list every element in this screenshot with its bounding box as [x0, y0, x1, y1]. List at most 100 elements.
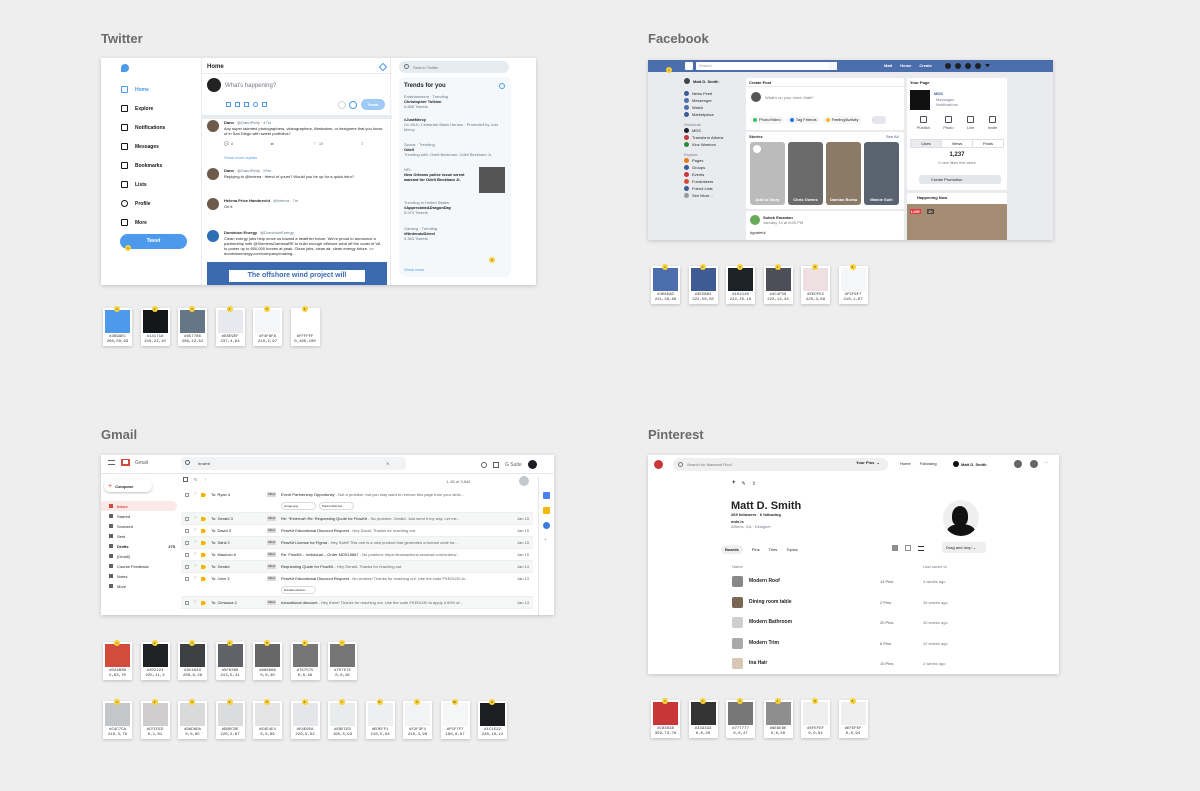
- row-checkbox[interactable]: [185, 577, 189, 581]
- important-icon[interactable]: [201, 517, 206, 521]
- nav-item-lists[interactable]: Lists: [121, 175, 201, 194]
- avatar[interactable]: [207, 168, 219, 180]
- top-link-home[interactable]: Home: [900, 63, 911, 68]
- sort-dropdown[interactable]: Drag and drop ⌄: [942, 542, 986, 553]
- nav-item-messages[interactable]: Messages: [121, 137, 201, 156]
- email-row[interactable]: ☆ To: Cimaoua 2 Inbox educational discount …: [181, 597, 533, 609]
- important-icon[interactable]: [201, 565, 206, 569]
- star-icon[interactable]: ☆: [193, 575, 197, 581]
- fb-nav-item-news-feed[interactable]: News Feed: [684, 90, 742, 97]
- image-icon[interactable]: [226, 102, 231, 107]
- board-row[interactable]: Dining room table 2 Pins 35 weeks ago: [732, 595, 982, 609]
- compose-button[interactable]: + Compose: [104, 480, 152, 492]
- gmail-nav-drafts[interactable]: Drafts 275: [101, 541, 177, 551]
- your-pins-dropdown[interactable]: Your Pins ⌄: [856, 460, 880, 465]
- important-icon[interactable]: [201, 529, 206, 533]
- gmail-nav-gmail[interactable]: [Gmail]: [101, 551, 177, 561]
- page-notifications[interactable]: Notifications: [936, 102, 958, 107]
- promo-media[interactable]: The offshore wind project will: [207, 262, 387, 285]
- page-avatar[interactable]: [910, 90, 930, 110]
- board-row[interactable]: Modern Bathroom 20 Pins 40 weeks ago: [732, 615, 982, 629]
- email-row[interactable]: ☆ To: Ryan 4 Inbox Event Partnership Opport…: [181, 489, 533, 513]
- avatar[interactable]: [527, 460, 537, 469]
- apps-icon[interactable]: [493, 461, 499, 468]
- fb-nav-item-watch[interactable]: Watch: [684, 104, 742, 111]
- attachment-chip[interactable]: image.png: [281, 502, 316, 510]
- live-video[interactable]: LIVE 1K: [907, 204, 1007, 240]
- fb-nav-item-fundraisers[interactable]: Fundraisers: [684, 178, 742, 185]
- tweet-author[interactable]: Dominion Energy @DominionEnergy: [224, 230, 294, 235]
- followers[interactable]: 265 followers · 6 following: [731, 512, 781, 517]
- gmail-nav-more[interactable]: More: [101, 581, 177, 591]
- fb-nav-item-marketplace[interactable]: Marketplace: [684, 111, 742, 118]
- star-icon[interactable]: ☆: [193, 515, 197, 521]
- page-tab-likes[interactable]: Likes: [911, 140, 942, 147]
- story-card[interactable]: Add to Story: [750, 142, 785, 205]
- nav-item-profile[interactable]: Profile: [121, 194, 201, 213]
- compact-view-icon[interactable]: [905, 545, 911, 551]
- fb-user-name[interactable]: Matt D. Smith: [693, 79, 719, 84]
- pinterest-logo-icon[interactable]: [654, 460, 663, 469]
- nav-item-bookmarks[interactable]: Bookmarks: [121, 156, 201, 175]
- row-checkbox[interactable]: [185, 553, 189, 557]
- story-card[interactable]: Damian Borba: [826, 142, 861, 205]
- board-row[interactable]: Ina Hair 10 Pins 2 weeks ago: [732, 656, 982, 670]
- select-checkbox[interactable]: [183, 477, 188, 482]
- important-icon[interactable]: [201, 493, 206, 497]
- gmail-nav-notes[interactable]: Notes: [101, 571, 177, 581]
- email-row[interactable]: ☆ To: Gerald Inbox Requesting Quote for Flo…: [181, 561, 533, 573]
- important-icon[interactable]: [201, 577, 206, 581]
- gmail-nav-sent[interactable]: Sent: [101, 531, 177, 541]
- row-checkbox[interactable]: [185, 517, 189, 521]
- list-view-icon[interactable]: [918, 545, 924, 551]
- keep-icon[interactable]: [543, 507, 550, 514]
- gear-icon[interactable]: [499, 83, 505, 89]
- settings-gear-icon[interactable]: [519, 476, 529, 486]
- emoji-icon[interactable]: [253, 102, 258, 107]
- nav-item-explore[interactable]: Explore: [121, 99, 201, 118]
- post-action-feeling-activity[interactable]: Feeling/Activity: [822, 116, 862, 124]
- row-checkbox[interactable]: [185, 541, 189, 545]
- important-icon[interactable]: [201, 601, 206, 605]
- fb-nav-item-mds[interactable]: MDS: [684, 127, 742, 134]
- retweet-icon[interactable]: ⇄: [271, 141, 276, 146]
- refresh-icon[interactable]: ↻: [194, 477, 197, 482]
- fb-nav-item-see-more[interactable]: See More...: [684, 192, 742, 199]
- nav-home[interactable]: Home: [900, 461, 911, 466]
- nav-item-home[interactable]: Home: [121, 80, 201, 99]
- page-action-photo[interactable]: Photo: [943, 116, 954, 130]
- row-checkbox[interactable]: [185, 493, 189, 497]
- share-icon[interactable]: ⇧: [361, 141, 364, 146]
- star-icon[interactable]: ☆: [193, 527, 197, 533]
- more-icon[interactable]: ⋮: [203, 477, 207, 482]
- profile-avatar[interactable]: [943, 500, 979, 536]
- star-icon[interactable]: ☆: [193, 599, 197, 605]
- compose-input[interactable]: What's happening?: [225, 83, 276, 90]
- avatar[interactable]: [207, 230, 219, 242]
- help-icon[interactable]: [975, 63, 981, 69]
- tweet-author[interactable]: Helena Price Hambrecht @helena · 7m: [224, 198, 298, 203]
- story-card[interactable]: Chris Owens: [788, 142, 823, 205]
- star-icon[interactable]: ☆: [193, 551, 197, 557]
- board-row[interactable]: Modern Trim 6 Pins 42 weeks ago: [732, 636, 982, 650]
- page-tab-views[interactable]: Views: [942, 140, 973, 147]
- user-chip[interactable]: Matt D. Smith: [953, 461, 987, 467]
- trend-image[interactable]: [479, 167, 505, 193]
- tweet-author[interactable]: Dann @DannPetty · 47m: [224, 120, 271, 125]
- messenger-icon[interactable]: [955, 63, 961, 69]
- show-more-link[interactable]: Show more: [404, 267, 424, 272]
- fb-nav-item-kinz-warriors[interactable]: Kinz Warriors: [684, 141, 742, 148]
- edit-icon[interactable]: ✎: [742, 481, 746, 487]
- avatar[interactable]: [207, 198, 219, 210]
- trend-item[interactable]: NFL New Orleans police issue arrest warra…: [404, 167, 474, 182]
- share-icon[interactable]: ⇪: [752, 481, 756, 487]
- page-action-live[interactable]: Live: [967, 116, 974, 130]
- star-icon[interactable]: ☆: [193, 563, 197, 569]
- email-row[interactable]: ☆ To: Sahil 2 Inbox FlowKit License for Fig…: [181, 537, 533, 549]
- post-action-photo-video[interactable]: Photo/Video: [750, 116, 784, 124]
- help-icon[interactable]: [481, 461, 487, 468]
- star-icon[interactable]: ☆: [193, 491, 197, 497]
- top-link-matt[interactable]: Matt: [884, 63, 892, 68]
- tweet-author[interactable]: Dann @DannPetty · 29m: [224, 168, 271, 173]
- important-icon[interactable]: [201, 541, 206, 545]
